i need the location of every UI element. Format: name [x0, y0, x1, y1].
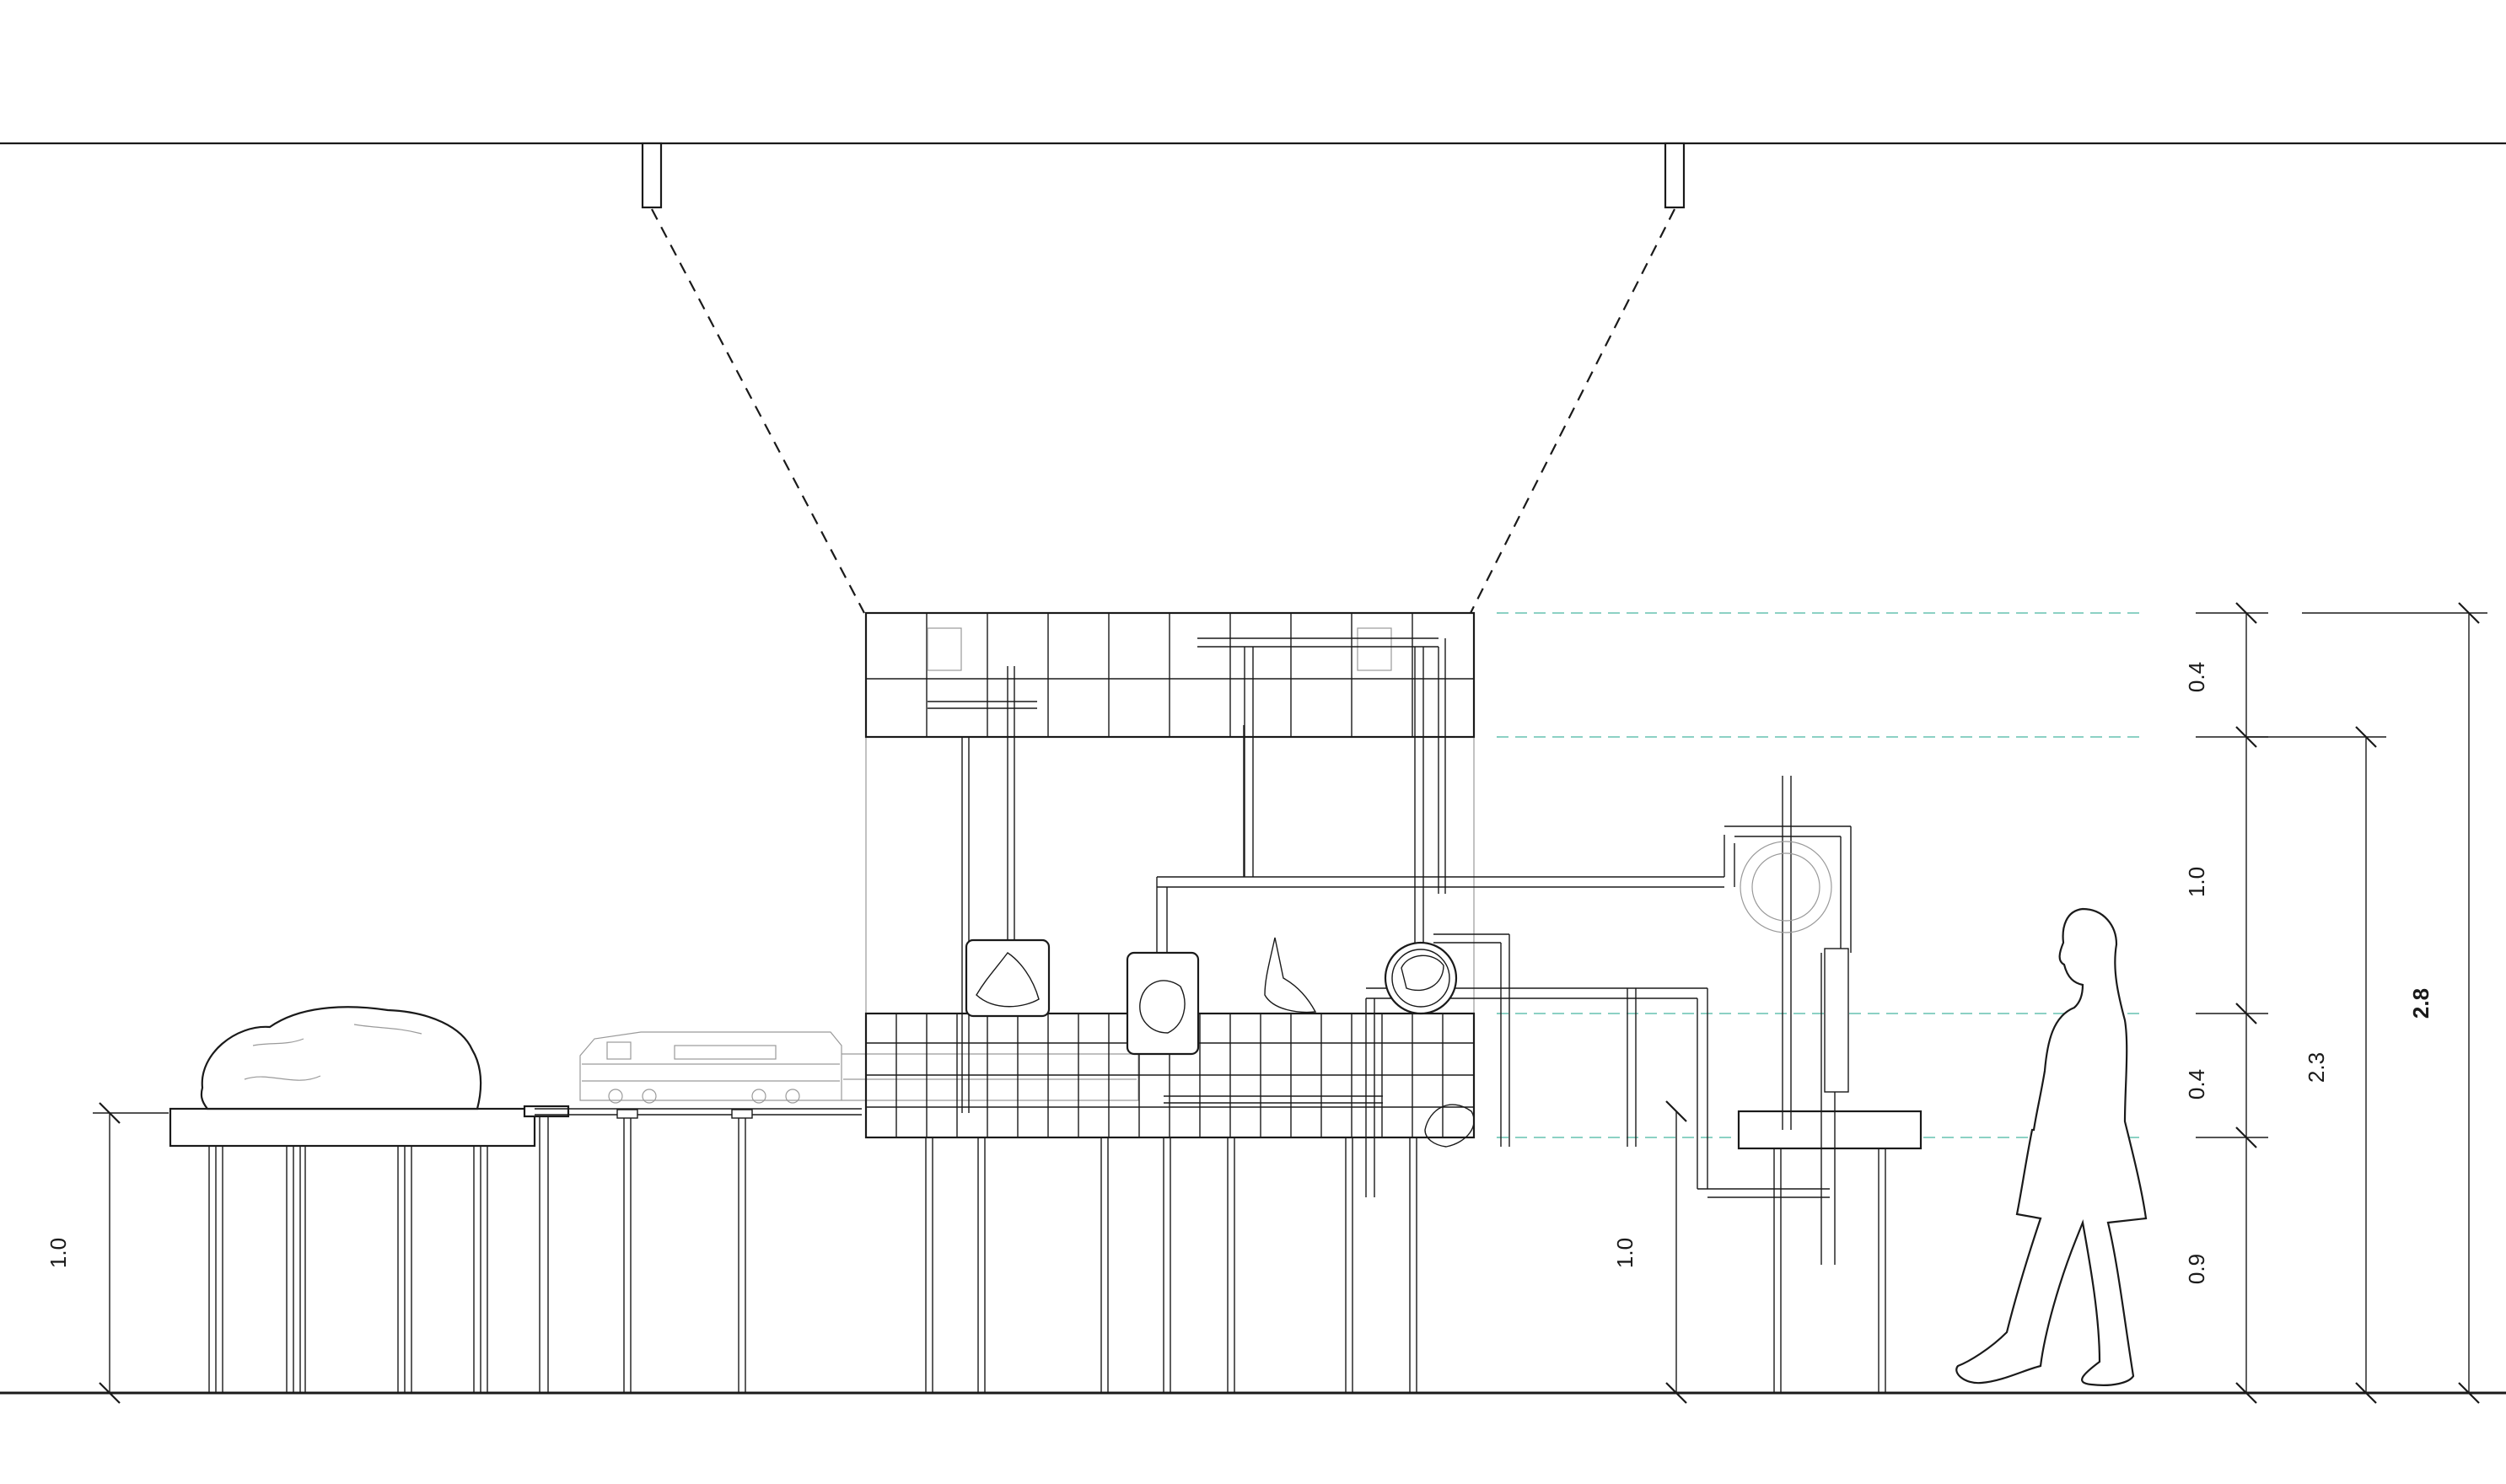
dimension-label: 0.9	[2184, 1254, 2209, 1284]
specimen-object	[1264, 937, 1317, 1014]
dimension-label: 2.3	[2304, 1052, 2329, 1083]
elevation-drawing: 1.0 1.0 0.4 1.0 0.4 0.9 2.3 2.8	[0, 142, 2506, 1404]
installation-legs	[925, 1137, 1417, 1393]
central-installation	[864, 611, 1852, 1393]
dimension-label: 1.0	[46, 1238, 71, 1268]
dimension-left-table	[93, 1102, 169, 1404]
dimension-label: 1.0	[2184, 867, 2209, 897]
right-display-stand	[1737, 776, 1923, 1393]
dimension-label: 1.0	[1612, 1238, 1638, 1268]
specimen-frame	[965, 938, 1051, 1018]
projector-icon	[1664, 142, 1686, 209]
boulder-icon	[200, 1006, 482, 1110]
dimension-right-table	[1665, 1100, 1687, 1404]
middle-plinth	[523, 1105, 862, 1393]
dimension-label: 0.4	[2184, 1069, 2209, 1100]
specimen-ring	[1384, 941, 1458, 1015]
upper-grid-panel	[864, 611, 1476, 739]
specimen-object	[1424, 1104, 1475, 1148]
left-display-table	[169, 1107, 536, 1393]
dimension-2-8	[2302, 602, 2487, 1404]
projector-icon	[641, 142, 663, 209]
dimension-label: 2.8	[2408, 988, 2433, 1019]
projection-beam	[1470, 208, 1675, 614]
projection-beam	[651, 208, 865, 614]
human-figure-icon	[1955, 907, 2148, 1386]
pipe-network	[928, 637, 1852, 1198]
specimen-frame	[1126, 951, 1200, 1056]
dimension-label: 0.4	[2184, 662, 2209, 692]
